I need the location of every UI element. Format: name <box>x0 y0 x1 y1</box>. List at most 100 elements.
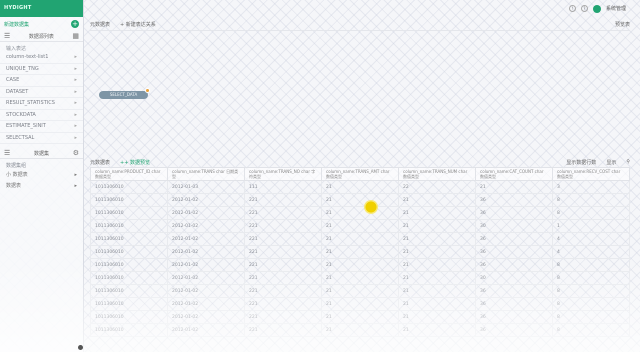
table-cell: 21 <box>321 323 399 337</box>
chevron-right-icon: ▸ <box>74 134 77 141</box>
table-cell: 4 <box>552 232 630 246</box>
sidebar-item[interactable]: STOCKDATA ▸ <box>0 110 83 121</box>
chevron-right-icon: ▸ <box>74 171 77 178</box>
tab-metadata[interactable]: 元数据表 <box>90 159 110 166</box>
sidebar-item[interactable]: column-text-list1 ▸ <box>0 52 83 64</box>
sidebar-item-label: UNIQUE_TNG <box>6 65 39 72</box>
table-cell: 36 <box>475 323 553 337</box>
column-header[interactable]: column_name:TRANS_AMT char 数值类型 <box>321 167 399 181</box>
table-row[interactable]: 1011306010 2012-01-02 221 21 21 30 1 <box>90 219 630 233</box>
table-cell: 2012-01-02 <box>167 284 245 298</box>
dataset-item[interactable]: 小 数据表 ▸ <box>0 169 83 180</box>
table-cell: 2012-01-02 <box>167 206 245 220</box>
table-row[interactable]: 1011306010 2012-01-02 221 21 21 36 8 <box>90 284 630 298</box>
sidebar-item[interactable]: DATASET ▸ <box>0 87 83 98</box>
avatar[interactable] <box>592 4 601 13</box>
table-cell: 21 <box>321 193 399 207</box>
column-header[interactable]: column_name:TRANS_NO char 字符类型 <box>244 167 322 181</box>
table-cell: 3 <box>552 180 630 194</box>
data-preview-table: column_name:PRODUCT_ID char 数据类型 column_… <box>90 167 630 337</box>
sidebar-item-label: CASE <box>6 77 20 84</box>
column-header[interactable]: column_name:PRODUCT_ID char 数据类型 <box>90 167 168 181</box>
table-row[interactable]: 1011306010 2012-01-02 221 21 21 36 8 <box>90 193 630 207</box>
table-cell: 2012-01-02 <box>167 258 245 272</box>
table-row[interactable]: 1011306010 2012-01-02 221 21 21 30 8 <box>90 271 630 285</box>
add-relation-link[interactable]: + 新建表达关系 <box>120 21 156 28</box>
notification-icon[interactable]: ! <box>568 5 576 12</box>
sidebar-item[interactable]: CASE ▸ <box>0 75 83 87</box>
dataset-item[interactable]: 数据表 ▸ <box>0 180 83 191</box>
sidebar-item[interactable]: SELECTSAL ▸ <box>0 133 83 144</box>
table-cell: 36 <box>475 284 553 298</box>
tab-data-preview[interactable]: ++ 数据预览 <box>120 159 150 166</box>
table-row[interactable]: 1011306010 2012-01-03 111 21 22 21 3 <box>90 180 630 194</box>
column-header[interactable]: column_name:TRANS_NUM char 数值类型 <box>398 167 476 181</box>
show-row-count-button[interactable]: 显示数据行数 <box>566 159 596 166</box>
table-cell: 1011306010 <box>90 310 168 324</box>
table-row[interactable]: 1011306010 2012-01-02 221 21 21 36 8 <box>90 310 630 324</box>
sidebar-item[interactable]: RESULT_STATISTICS ▸ <box>0 98 83 110</box>
table-row[interactable]: 1011306010 2012-01-02 221 21 21 36 4 <box>90 232 630 246</box>
dataset-title: 数据集 <box>33 150 49 157</box>
column-header[interactable]: column_name:TRANS char 日期类型 <box>167 167 245 181</box>
table-cell: 221 <box>244 258 322 272</box>
table-cell: 221 <box>244 271 322 285</box>
table-cell: 1011306010 <box>90 323 168 337</box>
help-icon[interactable]: ? <box>580 5 588 12</box>
table-cell: 21 <box>398 232 476 246</box>
table-cell: 111 <box>244 180 322 194</box>
chevron-right-icon: ▸ <box>74 65 77 72</box>
plus-icon[interactable]: + <box>71 20 79 28</box>
table-cell: 36 <box>475 297 553 311</box>
table-row[interactable]: 1011306010 2012-01-02 221 21 21 36 8 <box>90 323 630 337</box>
warning-icon <box>145 88 150 93</box>
dataset-group-label: 数据集组 <box>6 163 27 169</box>
table-cell: 1011306010 <box>90 180 168 194</box>
breadcrumb-table[interactable]: 元数据表 <box>90 21 110 28</box>
chevron-right-icon: ▸ <box>74 111 77 118</box>
settings-icon[interactable]: ⚙ <box>73 149 79 157</box>
filter-icon[interactable]: ⚲ <box>626 159 630 165</box>
table-row[interactable]: 1011306010 2012-01-02 221 21 21 36 8 <box>90 206 630 220</box>
table-row[interactable]: 1011306010 2012-01-02 221 21 21 36 4 <box>90 245 630 259</box>
table-cell: 21 <box>398 284 476 298</box>
table-cell: 21 <box>321 219 399 233</box>
table-cell: 2012-01-03 <box>167 180 245 194</box>
table-node[interactable]: SELECT_DATA <box>99 88 150 99</box>
grid-icon[interactable]: ▦ <box>72 32 79 40</box>
menu-icon[interactable]: ☰ <box>4 149 10 157</box>
user-name[interactable]: 系统管理 <box>606 5 626 12</box>
table-cell: 8 <box>552 258 630 272</box>
dataset-item-label: 小 数据表 <box>6 172 28 178</box>
table-cell: 221 <box>244 310 322 324</box>
table-cell: 21 <box>321 297 399 311</box>
table-cell: 2012-01-02 <box>167 271 245 285</box>
table-row[interactable]: 1011306010 2012-01-02 221 21 21 36 8 <box>90 297 630 311</box>
preview-button[interactable]: 预览表 <box>615 21 630 28</box>
column-header[interactable]: column_name:RECV_COST char 数值类型 <box>552 167 630 181</box>
table-cell: 21 <box>398 323 476 337</box>
table-cell: 8 <box>552 193 630 207</box>
table-cell: 36 <box>475 206 553 220</box>
table-row[interactable]: 1011306010 2012-01-02 221 21 21 36 8 <box>90 258 630 272</box>
menu-icon[interactable]: ☰ <box>4 32 10 40</box>
table-cell: 8 <box>552 297 630 311</box>
column-header[interactable]: column_name:CAT_COUNT char 数值类型 <box>475 167 553 181</box>
table-cell: 221 <box>244 219 322 233</box>
table-cell: 2012-01-02 <box>167 323 245 337</box>
sidebar-item[interactable]: ESTIMATE_SINIT ▸ <box>0 121 83 133</box>
table-cell: 30 <box>475 219 553 233</box>
show-button[interactable]: 显示 <box>606 159 616 166</box>
canvas-header: 元数据表 + 新建表达关系 预览表 <box>90 19 630 31</box>
user-icon[interactable] <box>78 345 83 350</box>
create-dataset-row[interactable]: 新建数据集 + <box>0 17 83 31</box>
table-cell: 21 <box>398 245 476 259</box>
table-cell: 21 <box>398 297 476 311</box>
sidebar-item[interactable]: UNIQUE_TNG ▸ <box>0 64 83 75</box>
table-header-row: column_name:PRODUCT_ID char 数据类型 column_… <box>90 167 630 181</box>
table-cell: 4 <box>552 245 630 259</box>
table-cell: 1011306010 <box>90 258 168 272</box>
table-cell: 36 <box>475 245 553 259</box>
table-cell: 221 <box>244 323 322 337</box>
table-cell: 21 <box>321 180 399 194</box>
